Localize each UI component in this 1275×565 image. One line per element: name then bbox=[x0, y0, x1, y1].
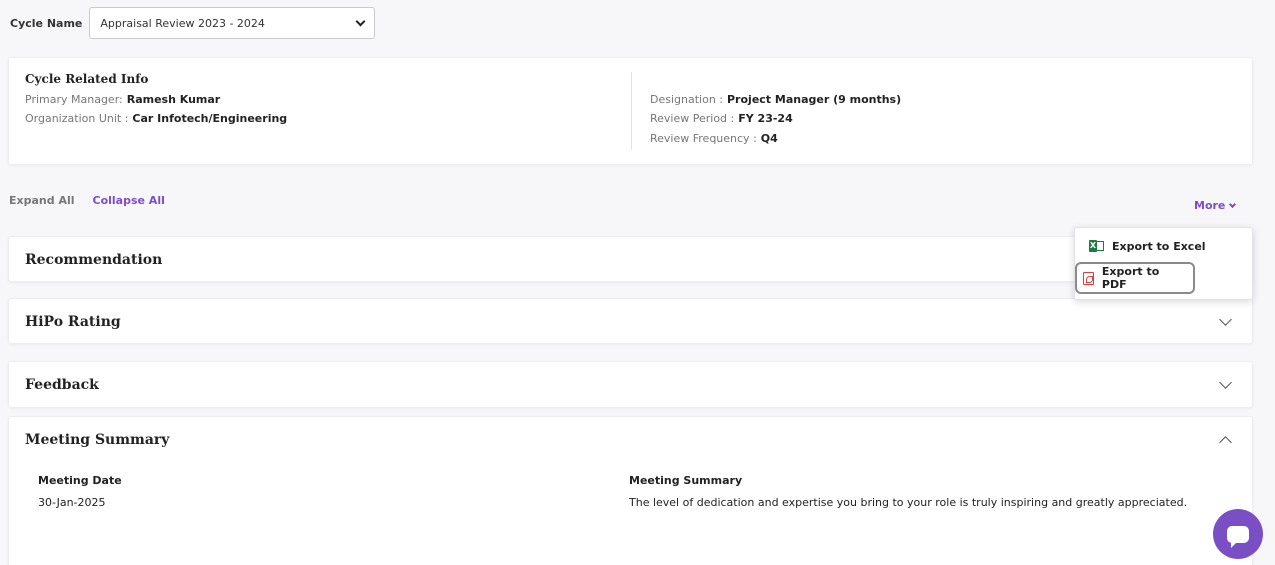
section-recommendation: Recommendation bbox=[8, 236, 1253, 282]
more-button[interactable]: More bbox=[1194, 199, 1237, 212]
chevron-down-icon bbox=[1229, 200, 1237, 208]
info-divider bbox=[631, 72, 632, 150]
section-recommendation-title: Recommendation bbox=[25, 252, 163, 268]
section-meeting-summary-header[interactable]: Meeting Summary bbox=[9, 417, 1252, 463]
section-meeting-summary-title: Meeting Summary bbox=[25, 432, 170, 448]
section-meeting-summary: Meeting Summary Meeting Date 30-Jan-2025… bbox=[8, 416, 1253, 565]
section-feedback-title: Feedback bbox=[25, 377, 99, 393]
primary-manager-line: Primary Manager: Ramesh Kumar bbox=[25, 93, 220, 106]
review-frequency-label: Review Frequency : bbox=[650, 132, 757, 145]
meeting-summary-label: Meeting Summary bbox=[629, 474, 743, 487]
cycle-info-card: Cycle Related Info Primary Manager: Rames… bbox=[8, 57, 1253, 165]
more-label: More bbox=[1194, 199, 1226, 212]
org-unit-label: Organization Unit : bbox=[25, 112, 129, 125]
collapse-all-link[interactable]: Collapse All bbox=[93, 194, 165, 207]
section-feedback: Feedback bbox=[8, 361, 1253, 408]
cycle-name-select[interactable]: Appraisal Review 2023 - 2024 bbox=[89, 7, 376, 39]
meeting-summary-value: The level of dedication and expertise yo… bbox=[629, 496, 1188, 509]
chevron-up-icon[interactable] bbox=[1219, 436, 1232, 449]
export-pdf-label: Export to PDF bbox=[1101, 265, 1160, 291]
expand-all-link[interactable]: Expand All bbox=[9, 194, 75, 207]
cycle-name-label: Cycle Name bbox=[10, 16, 83, 30]
section-hipo-rating-title: HiPo Rating bbox=[25, 314, 121, 330]
primary-manager-label: Primary Manager: bbox=[25, 93, 123, 106]
review-frequency-value: Q4 bbox=[760, 132, 778, 145]
chat-button[interactable] bbox=[1213, 509, 1263, 559]
chat-icon bbox=[1227, 525, 1249, 548]
chevron-down-icon[interactable] bbox=[1219, 313, 1232, 326]
review-frequency-line: Review Frequency : Q4 bbox=[650, 132, 778, 145]
primary-manager-value: Ramesh Kumar bbox=[126, 93, 221, 106]
meeting-date-value: 30-Jan-2025 bbox=[38, 496, 106, 509]
designation-line: Designation : Project Manager (9 months) bbox=[650, 93, 901, 106]
designation-label: Designation : bbox=[650, 93, 723, 106]
cycle-info-title: Cycle Related Info bbox=[25, 72, 149, 86]
excel-icon: X bbox=[1089, 240, 1104, 252]
pdf-icon bbox=[1083, 271, 1094, 285]
cycle-selector-row: Cycle Name Appraisal Review 2023 - 2024 bbox=[10, 7, 376, 39]
section-hipo-rating: HiPo Rating bbox=[8, 298, 1253, 344]
review-period-value: FY 23-24 bbox=[738, 112, 793, 125]
cycle-name-selected-value: Appraisal Review 2023 - 2024 bbox=[100, 16, 265, 30]
export-excel-label: Export to Excel bbox=[1112, 239, 1206, 253]
section-hipo-rating-header[interactable]: HiPo Rating bbox=[9, 299, 1252, 345]
review-period-line: Review Period : FY 23-24 bbox=[650, 112, 793, 125]
review-period-label: Review Period : bbox=[650, 112, 735, 125]
designation-value: Project Manager (9 months) bbox=[727, 93, 902, 106]
section-feedback-header[interactable]: Feedback bbox=[9, 362, 1252, 408]
export-pdf-item[interactable]: Export to PDF bbox=[1075, 262, 1195, 294]
export-excel-item[interactable]: X Export to Excel bbox=[1083, 232, 1243, 260]
chevron-down-icon bbox=[355, 16, 366, 26]
chevron-down-icon[interactable] bbox=[1219, 376, 1232, 389]
section-recommendation-header[interactable]: Recommendation bbox=[9, 237, 1252, 283]
org-unit-value: Car Infotech/Engineering bbox=[132, 112, 288, 125]
expand-collapse-controls: Expand All Collapse All bbox=[9, 194, 165, 207]
org-unit-line: Organization Unit : Car Infotech/Engineer… bbox=[25, 112, 287, 125]
meeting-date-label: Meeting Date bbox=[38, 474, 122, 487]
